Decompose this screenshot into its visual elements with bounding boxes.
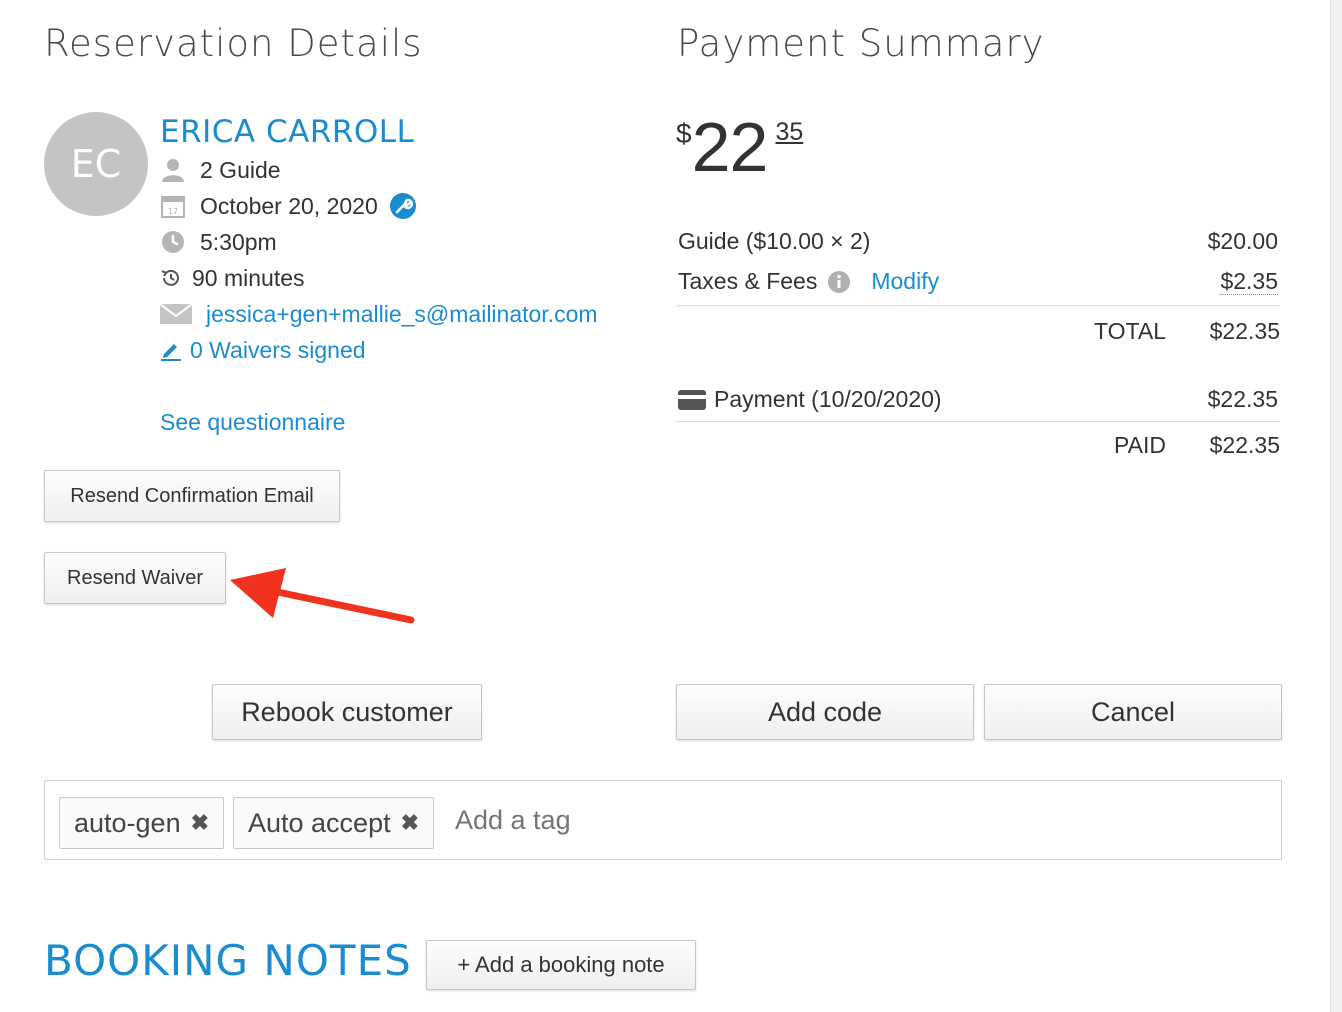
duration-row: 90 minutes xyxy=(160,263,305,293)
payment-summary-title: Payment Summary xyxy=(677,22,1045,65)
tag-label: auto-gen xyxy=(74,807,181,838)
add-code-button[interactable]: Add code xyxy=(676,684,974,740)
avatar: EC xyxy=(44,112,148,216)
history-icon xyxy=(160,266,182,290)
credit-card-icon xyxy=(678,389,706,410)
amount-whole: 22 xyxy=(691,108,769,186)
person-icon xyxy=(160,158,186,182)
email-row: jessica+gen+mallie_s@mailinator.com xyxy=(160,299,598,329)
taxes-value-wrap: $2.35 xyxy=(1130,268,1278,295)
duration-text: 90 minutes xyxy=(192,264,305,291)
info-icon[interactable] xyxy=(827,270,851,294)
rebook-customer-button[interactable]: Rebook customer xyxy=(212,684,482,740)
line-item-label: Guide ($10.00 × 2) xyxy=(678,228,871,254)
envelope-icon xyxy=(160,302,192,326)
email-link[interactable]: jessica+gen+mallie_s@mailinator.com xyxy=(206,301,598,328)
date-row: 17 October 20, 2020 xyxy=(160,191,416,221)
clock-icon xyxy=(160,230,186,254)
add-tag-input[interactable] xyxy=(455,805,755,836)
resend-waiver-button[interactable]: Resend Waiver xyxy=(44,552,226,604)
svg-text:17: 17 xyxy=(168,207,178,216)
date-text: October 20, 2020 xyxy=(200,192,378,219)
page-edge xyxy=(1330,0,1342,1012)
tags-input-box[interactable]: auto-gen ✖ Auto accept ✖ xyxy=(44,780,1282,860)
pencil-icon xyxy=(160,338,182,362)
payment-amount: $ 22 35 xyxy=(676,112,803,182)
tag-chip: Auto accept ✖ xyxy=(233,797,435,849)
divider xyxy=(676,305,1280,306)
waivers-link[interactable]: 0 Waivers signed xyxy=(190,337,366,364)
amount-cents: 35 xyxy=(775,118,804,146)
annotation-arrow xyxy=(230,568,415,624)
remove-tag-icon[interactable]: ✖ xyxy=(401,810,419,836)
guests-text: 2 Guide xyxy=(200,156,281,183)
payment-row: Payment (10/20/2020) xyxy=(678,386,942,413)
calendar-icon: 17 xyxy=(160,194,186,218)
amount-currency: $ xyxy=(676,118,692,149)
waivers-row[interactable]: 0 Waivers signed xyxy=(160,335,366,365)
time-row: 5:30pm xyxy=(160,227,277,257)
reservation-details-title: Reservation Details xyxy=(44,22,423,65)
customer-name-link[interactable]: ERICA CARROLL xyxy=(160,114,414,150)
divider xyxy=(676,421,1280,422)
questionnaire-link[interactable]: See questionnaire xyxy=(160,407,345,437)
taxes-value[interactable]: $2.35 xyxy=(1220,268,1278,295)
total-label: TOTAL xyxy=(1094,318,1166,344)
wrench-icon[interactable] xyxy=(389,193,416,219)
guests-row: 2 Guide xyxy=(160,155,281,185)
taxes-label: Taxes & Fees xyxy=(678,268,818,294)
line-item-value: $20.00 xyxy=(1207,228,1278,254)
payment-label: Payment (10/20/2020) xyxy=(714,386,942,412)
cancel-button[interactable]: Cancel xyxy=(984,684,1282,740)
resend-confirmation-button[interactable]: Resend Confirmation Email xyxy=(44,470,340,522)
tag-chip: auto-gen ✖ xyxy=(59,797,225,849)
remove-tag-icon[interactable]: ✖ xyxy=(191,810,209,836)
paid-label: PAID xyxy=(1114,432,1166,458)
payment-value: $22.35 xyxy=(1207,386,1278,412)
time-text: 5:30pm xyxy=(200,228,277,255)
modify-link[interactable]: Modify xyxy=(871,268,939,295)
tag-label: Auto accept xyxy=(248,807,391,838)
total-value: $22.35 xyxy=(1209,318,1280,344)
booking-notes-title: BOOKING NOTES xyxy=(44,936,412,985)
add-booking-note-button[interactable]: + Add a booking note xyxy=(426,940,696,990)
paid-value: $22.35 xyxy=(1209,432,1280,458)
taxes-row: Taxes & Fees Modify xyxy=(678,268,939,295)
